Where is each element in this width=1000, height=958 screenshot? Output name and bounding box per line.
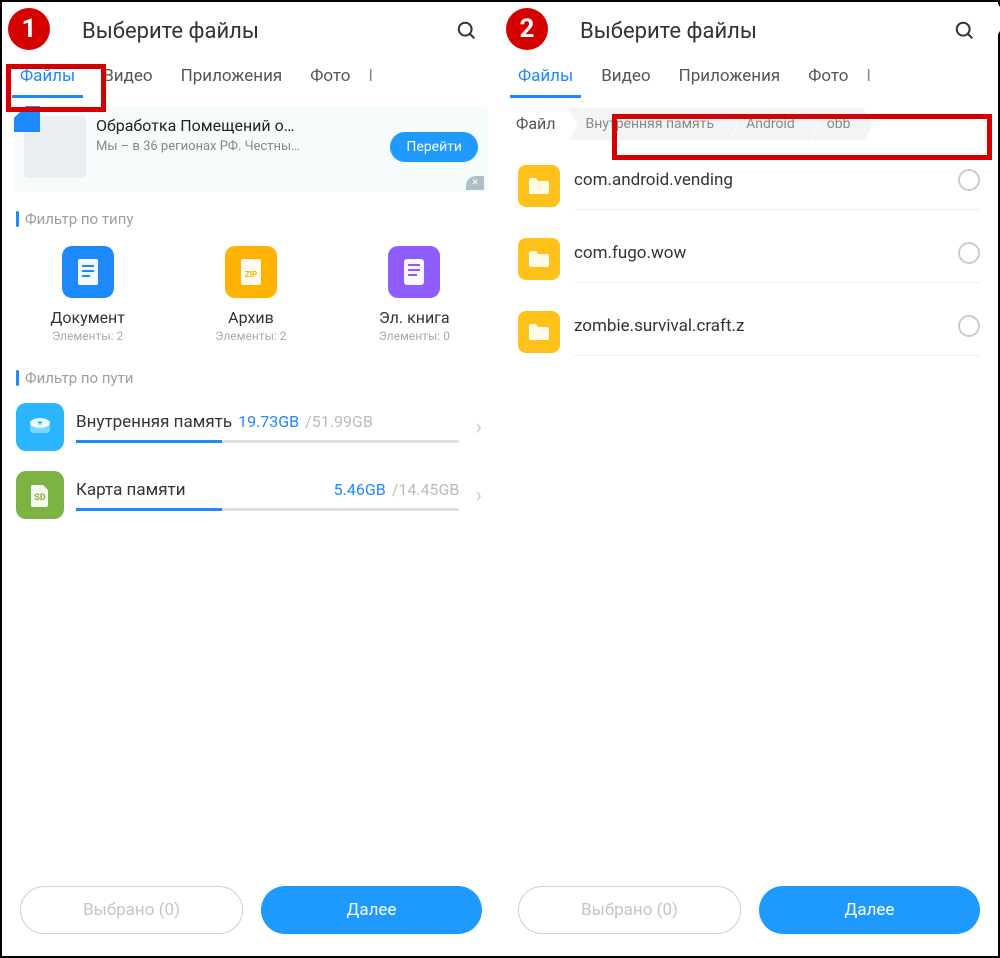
selected-count-button[interactable]: Выбрано (0) [518, 886, 741, 934]
ad-cta-button[interactable]: Перейти [390, 132, 478, 162]
folder-name: com.android.vending [574, 170, 958, 190]
tab-files[interactable]: Файлы [504, 56, 587, 98]
filter-type-row: Документ Элементы: 2 ZIP Архив Элементы:… [2, 234, 500, 351]
ad-thumbnail [24, 116, 86, 178]
pane-step-2: 2 Выберите файлы Файлы Видео Приложения … [500, 2, 998, 956]
tab-photo[interactable]: Фото [794, 56, 862, 98]
storage-body: Внутренняя память 19.73GB/51.99GB [76, 412, 459, 443]
folder-row[interactable]: com.android.vending [500, 149, 998, 222]
step-badge-2: 2 [506, 8, 548, 50]
storage-name: Внутренняя память [76, 412, 232, 432]
breadcrumb: Файл Внутренняя память Android obb [500, 98, 998, 149]
svg-text:SD: SD [34, 493, 46, 503]
archive-icon: ZIP [225, 246, 277, 298]
folder-name: com.fugo.wow [574, 243, 958, 263]
storage-item-sdcard[interactable]: SD Карта памяти 5.46GB/14.45GB › [2, 461, 500, 529]
document-icon [62, 246, 114, 298]
folder-icon [518, 165, 560, 207]
type-item-document[interactable]: Документ Элементы: 2 [7, 246, 169, 343]
tab-files[interactable]: Файлы [6, 56, 89, 98]
tab-photo[interactable]: Фото [296, 56, 364, 98]
storage-used: 5.46GB [334, 480, 386, 499]
select-radio[interactable] [958, 242, 980, 264]
folder-row[interactable]: com.fugo.wow [500, 222, 998, 295]
footer: Выбрано (0) Далее [500, 870, 998, 956]
ad-subtitle: Мы – в 36 регионах РФ. Честны… [96, 139, 380, 154]
storage-bar [76, 508, 459, 511]
type-count: Элементы: 2 [52, 329, 123, 343]
category-tabs: Файлы Видео Приложения Фото I [2, 56, 500, 98]
next-button[interactable]: Далее [759, 886, 980, 934]
storage-name: Карта памяти [76, 480, 186, 500]
storage-item-internal[interactable]: Внутренняя память 19.73GB/51.99GB › [2, 393, 500, 461]
storage-total: /14.45GB [392, 480, 460, 499]
select-radio[interactable] [958, 315, 980, 337]
storage-body: Карта памяти 5.46GB/14.45GB [76, 480, 459, 511]
tab-apps[interactable]: Приложения [665, 56, 795, 98]
chevron-right-icon: › [471, 415, 486, 440]
storage-total: /51.99GB [305, 412, 373, 431]
type-label: Эл. книга [379, 308, 450, 327]
search-icon [456, 20, 478, 42]
search-button[interactable] [950, 16, 980, 46]
ebook-icon [388, 246, 440, 298]
header-title: Выберите файлы [82, 19, 442, 44]
category-tabs: Файлы Видео Приложения Фото I [500, 56, 998, 98]
tab-overflow[interactable]: I [862, 56, 875, 98]
type-count: Элементы: 0 [379, 329, 450, 343]
folder-row[interactable]: zombie.survival.craft.z [500, 295, 998, 368]
footer: Выбрано (0) Далее [2, 870, 500, 956]
filter-type-heading: Фильтр по типу [2, 192, 500, 234]
ad-body: Обработка Помещений о… Мы – в 36 региона… [96, 116, 380, 154]
folder-icon [518, 311, 560, 353]
type-item-ebook[interactable]: Эл. книга Элементы: 0 [333, 246, 495, 343]
header-title: Выберите файлы [580, 19, 940, 44]
header: Выберите файлы [500, 2, 998, 56]
type-item-archive[interactable]: ZIP Архив Элементы: 2 [170, 246, 332, 343]
ad-close-icon[interactable]: ✕ [466, 176, 484, 190]
crumb-root[interactable]: Файл [510, 106, 568, 141]
chevron-right-icon: › [471, 483, 486, 508]
search-icon [954, 20, 976, 42]
storage-used: 19.73GB [238, 412, 299, 431]
storage-bar [76, 440, 459, 443]
tab-apps[interactable]: Приложения [167, 56, 297, 98]
pane-step-1: 1 Выберите файлы Файлы Видео Приложения … [2, 2, 500, 956]
disk-icon [16, 403, 64, 451]
next-button[interactable]: Далее [261, 886, 482, 934]
tab-video[interactable]: Видео [587, 56, 664, 98]
search-button[interactable] [452, 16, 482, 46]
filter-path-heading: Фильтр по пути [2, 351, 500, 393]
svg-text:ZIP: ZIP [245, 270, 257, 279]
type-count: Элементы: 2 [215, 329, 286, 343]
crumb-item[interactable]: Внутренняя память [568, 108, 729, 140]
folder-icon [518, 238, 560, 280]
sdcard-icon: SD [16, 471, 64, 519]
select-radio[interactable] [958, 169, 980, 191]
selected-count-button[interactable]: Выбрано (0) [20, 886, 243, 934]
step-badge-1: 1 [8, 8, 50, 50]
crumb-item[interactable]: Android [728, 108, 809, 140]
header: Выберите файлы [2, 2, 500, 56]
type-label: Архив [228, 308, 274, 327]
ad-title: Обработка Помещений о… [96, 116, 380, 135]
folder-name: zombie.survival.craft.z [574, 316, 958, 336]
ad-banner[interactable]: Обработка Помещений о… Мы – в 36 региона… [14, 106, 488, 192]
type-label: Документ [50, 308, 125, 327]
tab-video[interactable]: Видео [89, 56, 166, 98]
tab-overflow[interactable]: I [364, 56, 377, 98]
